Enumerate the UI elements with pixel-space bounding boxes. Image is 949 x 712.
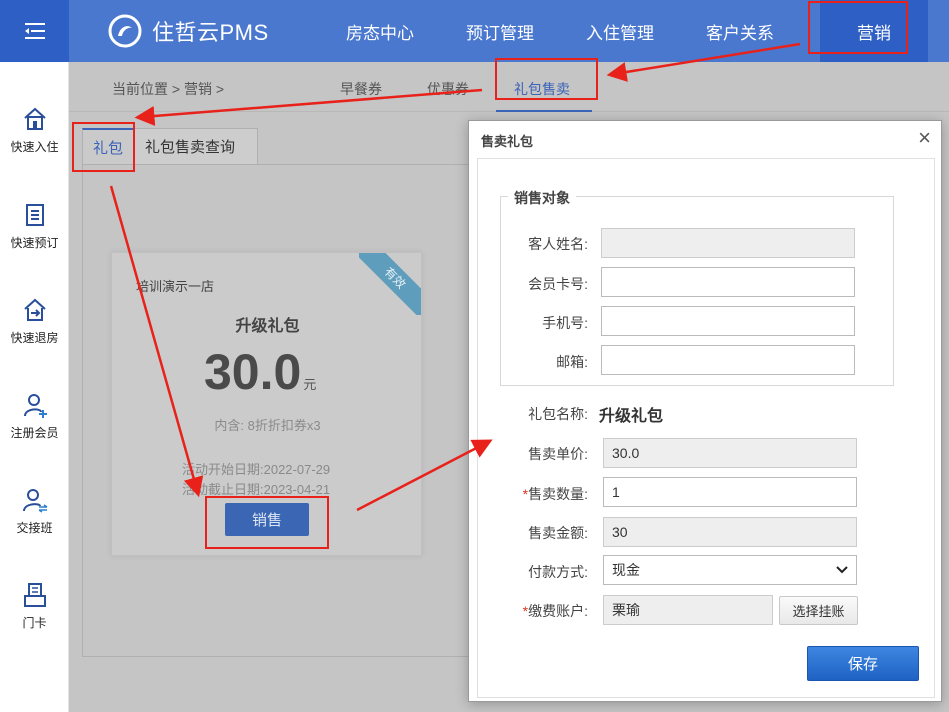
subtab-breakfast-coupon[interactable]: 早餐券 [340,79,382,99]
sidebar-item-door-card[interactable]: 门卡 [0,582,69,631]
sidebar-item-label: 快速退房 [10,331,59,345]
add-user-icon [23,394,47,418]
sidebar-item-label: 交接班 [16,521,53,535]
sidebar-item-quick-checkout[interactable]: 快速退房 [0,297,69,346]
nav-room-status[interactable]: 房态中心 [320,0,440,62]
menu-icon [24,23,45,39]
quantity-label-text: 售卖数量: [528,486,588,502]
tab-gift-sale-query[interactable]: 礼包售卖查询 [134,128,258,165]
card-start-date: 活动开始日期:2022-07-29 [182,462,331,477]
sidebar-item-quick-checkin[interactable]: 快速入住 [0,106,69,155]
sell-gift-dialog: 售卖礼包 × 销售对象 客人姓名: 会员卡号: 手机号: 邮箱: 礼包名称: 升… [468,120,942,702]
amount-label: 售卖金额: [528,525,588,541]
payment-method-select[interactable]: 现金 [603,555,857,585]
dialog-body: 销售对象 客人姓名: 会员卡号: 手机号: 邮箱: 礼包名称: 升级礼包 售卖单… [477,158,935,698]
subtab-coupon[interactable]: 优惠券 [427,79,469,99]
member-card-label: 会员卡号: [528,276,588,292]
sidebar-item-shift-handover[interactable]: 交接班 [0,487,69,536]
nav-reservation[interactable]: 预订管理 [440,0,560,62]
home-icon [23,107,46,130]
account-field: 栗瑜 [603,595,773,625]
chevron-down-icon [836,566,848,574]
ribbon-label: 有效 [359,253,421,315]
sidebar-item-quick-booking[interactable]: 快速预订 [0,202,69,251]
card-contents: 内含: 8折折扣券x3 [214,418,321,433]
annotation-box-marketing [808,1,908,54]
save-button[interactable]: 保存 [807,646,919,681]
gift-name-label: 礼包名称: [528,406,588,422]
payment-method-label: 付款方式: [528,564,588,580]
phone-field[interactable] [601,306,855,336]
breadcrumb: 当前位置 > 营销 > [112,81,225,97]
menu-toggle-button[interactable] [0,0,69,62]
email-field[interactable] [601,345,855,375]
card-gift-name: 升级礼包 [235,318,300,335]
payment-method-value: 现金 [612,562,640,578]
account-label: *缴费账户: [478,601,588,621]
nav-checkin[interactable]: 入住管理 [560,0,680,62]
subtab-active-indicator [496,110,592,112]
gift-name-value: 升级礼包 [599,408,664,425]
sidebar-item-label: 快速预订 [10,236,59,250]
sales-target-legend: 销售对象 [508,188,576,208]
annotation-box-gift-tab [72,122,135,172]
nav-crm[interactable]: 客户关系 [680,0,800,62]
handover-icon [22,489,47,513]
quantity-label: *售卖数量: [478,484,588,504]
card-store-name: 培训演示一店 [136,279,215,294]
amount-field: 30 [603,517,857,547]
account-label-text: 缴费账户: [528,603,588,619]
nav-more[interactable]: 短 [928,0,949,62]
valid-ribbon: 有效 [359,253,421,315]
logo-icon [108,14,142,48]
unit-price-field: 30.0 [603,438,857,468]
quick-sidebar: 快速入住 快速预订 快速退房 注册会员 交接班 门卡 [0,62,69,712]
document-icon [25,204,44,226]
guest-name-label: 客人姓名: [528,236,588,252]
phone-label: 手机号: [542,315,588,331]
checkout-icon [23,298,46,321]
card-price-unit: 元 [303,377,317,392]
sidebar-item-label: 门卡 [22,616,47,630]
annotation-box-gift-sale [495,58,598,100]
email-label: 邮箱: [556,354,588,370]
card-price: 30.0 元 [204,343,316,401]
quantity-field[interactable]: 1 [603,477,857,507]
guest-name-field[interactable] [601,228,855,258]
top-bar: 住哲云PMS 房态中心 预订管理 入住管理 客户关系 营销 短 [0,0,949,62]
app-logo: 住哲云PMS [108,14,269,48]
close-icon[interactable]: × [918,127,931,149]
member-card-field[interactable] [601,267,855,297]
dialog-title: 售卖礼包 [481,134,534,149]
select-account-button[interactable]: 选择挂账 [779,596,858,625]
sidebar-item-label: 快速入住 [10,140,59,154]
sidebar-item-label: 注册会员 [10,426,59,440]
card-printer-icon [23,583,46,607]
card-price-value: 30.0 [204,344,302,400]
unit-price-label: 售卖单价: [528,446,588,462]
app-name: 住哲云PMS [152,20,269,45]
annotation-box-sell-button [205,496,329,549]
sidebar-item-register-member[interactable]: 注册会员 [0,392,69,441]
